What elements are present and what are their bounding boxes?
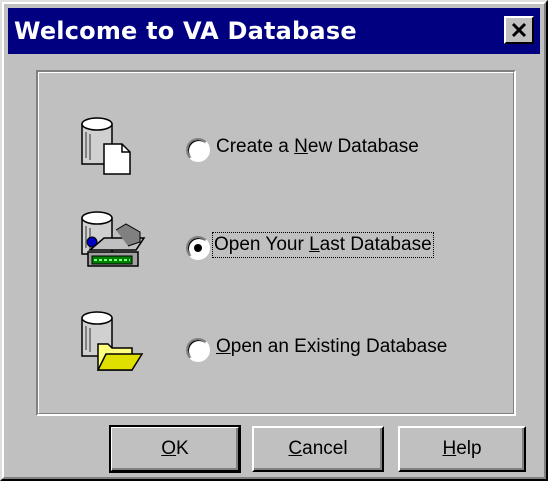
close-button[interactable] bbox=[504, 16, 534, 44]
database-computer-icon bbox=[81, 211, 146, 267]
radio-create-new[interactable] bbox=[186, 138, 210, 162]
label-create-new[interactable]: Create a New Database bbox=[216, 136, 419, 158]
welcome-dialog: Welcome to VA Database Create a New Data… bbox=[0, 0, 548, 481]
help-button[interactable]: Help bbox=[398, 426, 526, 472]
title-bar[interactable]: Welcome to VA Database bbox=[8, 8, 540, 54]
close-icon bbox=[511, 22, 527, 38]
ok-button[interactable]: OK bbox=[109, 425, 241, 473]
radio-open-existing[interactable] bbox=[186, 338, 210, 362]
label-open-existing[interactable]: Open an Existing Database bbox=[216, 336, 447, 358]
window-title: Welcome to VA Database bbox=[14, 17, 357, 45]
database-new-document-icon bbox=[81, 117, 131, 175]
database-folder-icon bbox=[81, 311, 144, 371]
radio-dot bbox=[194, 244, 202, 252]
label-open-last[interactable]: Open Your Last Database bbox=[212, 232, 434, 258]
cancel-button[interactable]: Cancel bbox=[252, 426, 384, 472]
radio-open-last[interactable] bbox=[186, 236, 210, 260]
